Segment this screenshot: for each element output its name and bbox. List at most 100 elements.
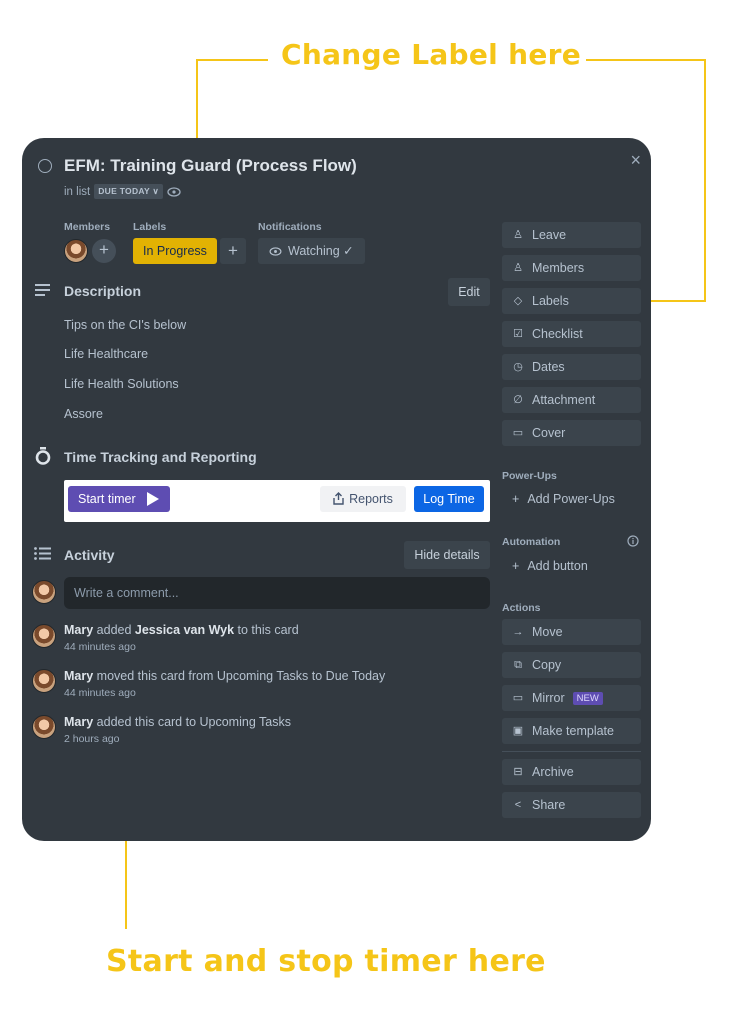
connector-line — [196, 59, 268, 61]
log-time-button[interactable]: Log Time — [414, 486, 484, 512]
share-icon: < — [514, 799, 522, 811]
activity-title: Activity — [64, 547, 115, 563]
labels-heading: Labels — [133, 221, 167, 233]
copy-button[interactable]: ⧉ Copy — [502, 652, 641, 678]
watching-label: Watching ✓ — [288, 244, 354, 258]
reports-button[interactable]: Reports — [320, 486, 406, 512]
callout-change-label: Change Label here — [281, 38, 582, 71]
attachment-button[interactable]: ∅ Attachment — [502, 387, 641, 413]
mirror-button[interactable]: ▭ Mirror NEW — [502, 685, 641, 711]
dates-label: Dates — [532, 360, 565, 374]
sidebar-divider — [502, 751, 641, 752]
description-line: Life Healthcare — [64, 347, 149, 361]
leave-button[interactable]: ♙ Leave — [502, 222, 641, 248]
plus-icon: + — [512, 559, 520, 573]
activity-user[interactable]: Mary — [64, 715, 93, 729]
copy-label: Copy — [532, 658, 562, 672]
archive-icon: ⊟ — [513, 766, 523, 778]
person-icon: ♙ — [513, 229, 523, 241]
activity-time[interactable]: 2 hours ago — [64, 733, 119, 745]
plus-icon: + — [512, 492, 520, 506]
activity-avatar — [32, 624, 56, 648]
description-title: Description — [64, 283, 142, 299]
description-line: Tips on the CI's below — [64, 318, 187, 332]
activity-text: added this card to Upcoming Tasks — [93, 715, 291, 729]
checklist-button[interactable]: ☑ Checklist — [502, 321, 641, 347]
add-label-button[interactable]: + — [220, 238, 246, 264]
close-icon[interactable]: × — [630, 150, 641, 171]
attachment-label: Attachment — [532, 393, 596, 407]
add-member-button[interactable]: + — [92, 239, 116, 263]
members-heading: Members — [64, 221, 111, 233]
connector-line — [704, 59, 706, 302]
archive-label: Archive — [532, 765, 574, 779]
activity-mention[interactable]: Jessica van Wyk — [135, 623, 234, 637]
card-title[interactable]: EFM: Training Guard (Process Flow) — [64, 156, 357, 176]
activity-avatar — [32, 715, 56, 739]
tag-icon: ◇ — [513, 295, 523, 307]
mirror-label: Mirror — [532, 691, 565, 705]
add-powerups-button[interactable]: + Add Power-Ups — [502, 486, 641, 512]
activity-user[interactable]: Mary — [64, 623, 93, 637]
dates-button[interactable]: ◷ Dates — [502, 354, 641, 380]
hide-details-button[interactable]: Hide details — [404, 541, 490, 569]
activity-time[interactable]: 44 minutes ago — [64, 641, 136, 653]
checkbox-icon: ☑ — [513, 328, 523, 340]
edit-description-button[interactable]: Edit — [448, 278, 490, 306]
archive-button[interactable]: ⊟ Archive — [502, 759, 641, 785]
members-button[interactable]: ♙ Members — [502, 255, 641, 281]
description-line: Life Health Solutions — [64, 377, 179, 391]
start-timer-label: Start timer — [78, 492, 136, 506]
cover-icon: ▭ — [512, 427, 524, 439]
add-button-label: Add button — [527, 559, 588, 573]
start-timer-button[interactable]: Start timer — [68, 486, 170, 512]
labels-button[interactable]: ◇ Labels — [502, 288, 641, 314]
list-chip[interactable]: DUE TODAY ∨ — [94, 184, 164, 199]
actions-heading: Actions — [502, 602, 541, 614]
current-user-avatar — [32, 580, 56, 604]
activity-item: Mary added Jessica van Wyk to this card — [64, 623, 299, 637]
description-icon — [35, 284, 50, 296]
make-template-label: Make template — [532, 724, 614, 738]
list-location: in list DUE TODAY ∨ — [64, 184, 181, 199]
activity-text: moved this card from Upcoming Tasks to D… — [93, 669, 386, 683]
member-avatar[interactable] — [64, 239, 88, 263]
clock-icon: ◷ — [513, 361, 523, 373]
move-label: Move — [532, 625, 563, 639]
cover-label: Cover — [532, 426, 566, 440]
play-icon — [147, 492, 159, 506]
activity-text: to this card — [234, 623, 299, 637]
add-button-button[interactable]: + Add button — [502, 553, 641, 579]
powerups-heading: Power-Ups — [502, 470, 557, 482]
reports-label: Reports — [349, 492, 393, 506]
activity-icon — [34, 547, 51, 560]
activity-text: added — [93, 623, 135, 637]
add-powerups-label: Add Power-Ups — [527, 492, 615, 506]
leave-label: Leave — [532, 228, 567, 242]
copy-icon: ⧉ — [514, 659, 522, 671]
activity-user[interactable]: Mary — [64, 669, 93, 683]
activity-item: Mary added this card to Upcoming Tasks — [64, 715, 291, 729]
in-list-text: in list — [64, 185, 91, 198]
share-label: Share — [532, 798, 566, 812]
label-in-progress[interactable]: In Progress — [133, 238, 217, 264]
new-badge: NEW — [572, 691, 603, 705]
activity-time[interactable]: 44 minutes ago — [64, 687, 136, 699]
make-template-button[interactable]: ▣ Make template — [502, 718, 641, 744]
eye-icon — [269, 246, 282, 256]
complete-circle-icon[interactable] — [38, 159, 52, 173]
move-button[interactable]: → Move — [502, 619, 641, 645]
activity-avatar — [32, 669, 56, 693]
share-button[interactable]: < Share — [502, 792, 641, 818]
info-icon[interactable] — [627, 535, 639, 547]
labels-label: Labels — [532, 294, 569, 308]
card-detail-modal: EFM: Training Guard (Process Flow) × in … — [22, 138, 651, 841]
cover-button[interactable]: ▭ Cover — [502, 420, 641, 446]
comment-input[interactable]: Write a comment... — [64, 577, 490, 609]
description-line: Assore — [64, 407, 103, 421]
template-icon: ▣ — [512, 725, 524, 737]
watching-button[interactable]: Watching ✓ — [258, 238, 365, 264]
callout-start-timer: Start and stop timer here — [106, 944, 546, 979]
activity-item: Mary moved this card from Upcoming Tasks… — [64, 669, 385, 683]
share-upload-icon — [333, 492, 344, 505]
